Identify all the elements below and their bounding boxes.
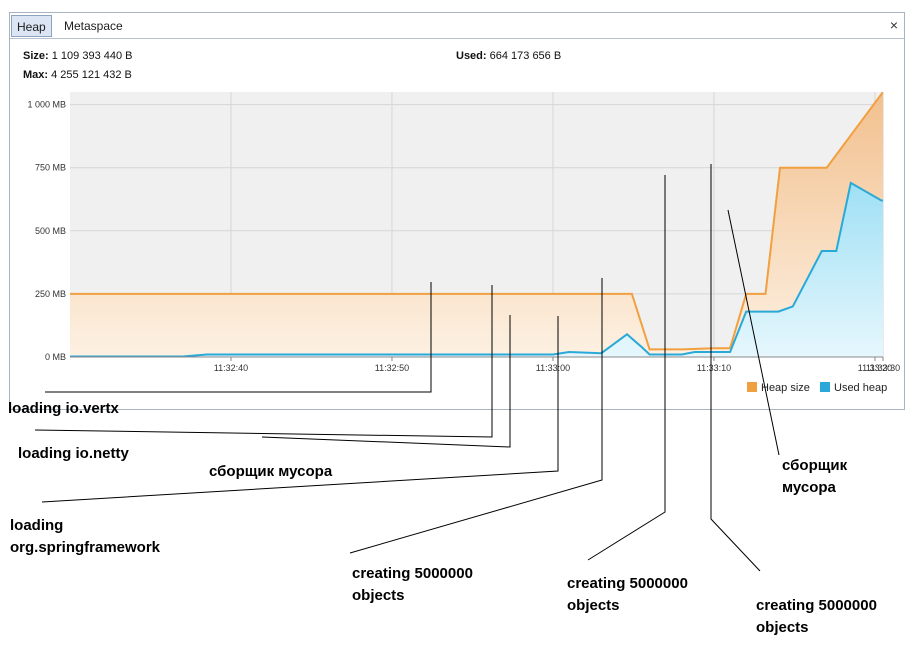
y-tick-label: 250 MB [35, 289, 66, 299]
annotation-creating-objects-1: creating 5000000 objects [352, 563, 473, 607]
annotation-line: org.springframework [10, 539, 161, 556]
y-tick-label: 750 MB [35, 163, 66, 173]
x-tick-label: 11:32:40 [214, 363, 248, 373]
annotation-line: creating 5000000 [567, 575, 688, 592]
x-tick-label: 11:33:30 [866, 363, 900, 373]
y-tick-label: 1 000 MB [27, 100, 66, 110]
annotation-loading-io-netty: loading io.netty [18, 445, 129, 462]
x-tick-label: 11:33:10 [697, 363, 731, 373]
x-tick-label: 11:33:00 [536, 363, 570, 373]
annotation-line: сборщик [782, 457, 848, 474]
annotation-line: objects [567, 597, 620, 614]
annotation-loading-spring: loading org.springframework [10, 515, 160, 559]
y-tick-label: 500 MB [35, 226, 66, 236]
annotation-line: мусора [782, 479, 836, 496]
annotation-line: objects [352, 587, 405, 604]
x-tick-labels: 11:32:40 11:32:50 11:33:00 11:33:10 11:33:20… [214, 363, 900, 373]
annotation-line: creating 5000000 [756, 597, 877, 614]
annotation-line: objects [756, 619, 809, 636]
annotation-creating-objects-2: creating 5000000 objects [567, 573, 688, 617]
y-tick-labels: 0 MB 250 MB 500 MB 750 MB 1 000 MB [27, 100, 66, 362]
y-tick-label: 0 MB [45, 352, 66, 362]
annotation-loading-io-vertx: loading io.vertx [8, 400, 119, 417]
annotation-creating-objects-3: creating 5000000 objects [756, 595, 877, 639]
annotation-line: creating 5000000 [352, 565, 473, 582]
x-tick-label: 11:32:50 [375, 363, 409, 373]
annotation-gc-1: сборщик мусора [209, 463, 333, 480]
annotation-line: loading [10, 517, 64, 534]
annotation-gc-2: сборщик мусора [782, 455, 847, 499]
